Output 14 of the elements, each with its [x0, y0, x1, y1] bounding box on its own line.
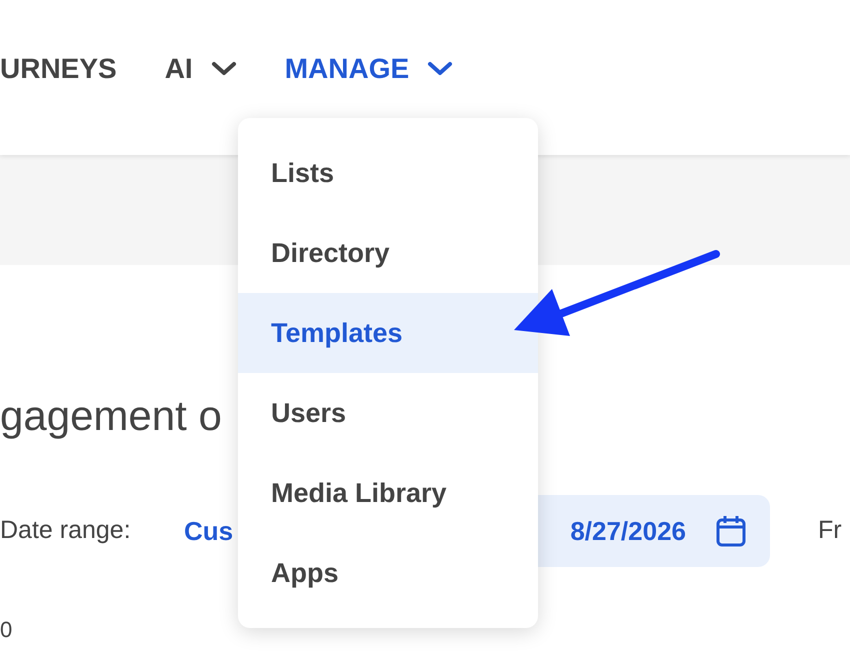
filter-label: Fr	[818, 515, 842, 546]
axis-label: 0	[0, 617, 12, 642]
menu-item[interactable]: Lists	[238, 133, 538, 213]
menu-item[interactable]: Templates	[238, 293, 538, 373]
menu-item[interactable]: Directory	[238, 213, 538, 293]
calendar-icon	[716, 515, 746, 547]
nav-tab[interactable]: MANAGE	[284, 48, 454, 90]
chevron-down-icon	[427, 60, 454, 76]
nav-tab[interactable]: URNEYS	[0, 48, 117, 90]
nav-tab[interactable]: AI	[164, 48, 237, 90]
date-range-label: Date range:	[0, 515, 132, 546]
chevron-down-icon	[210, 60, 237, 76]
menu-item[interactable]: Users	[238, 373, 538, 453]
page-title: gagement o	[0, 395, 222, 437]
